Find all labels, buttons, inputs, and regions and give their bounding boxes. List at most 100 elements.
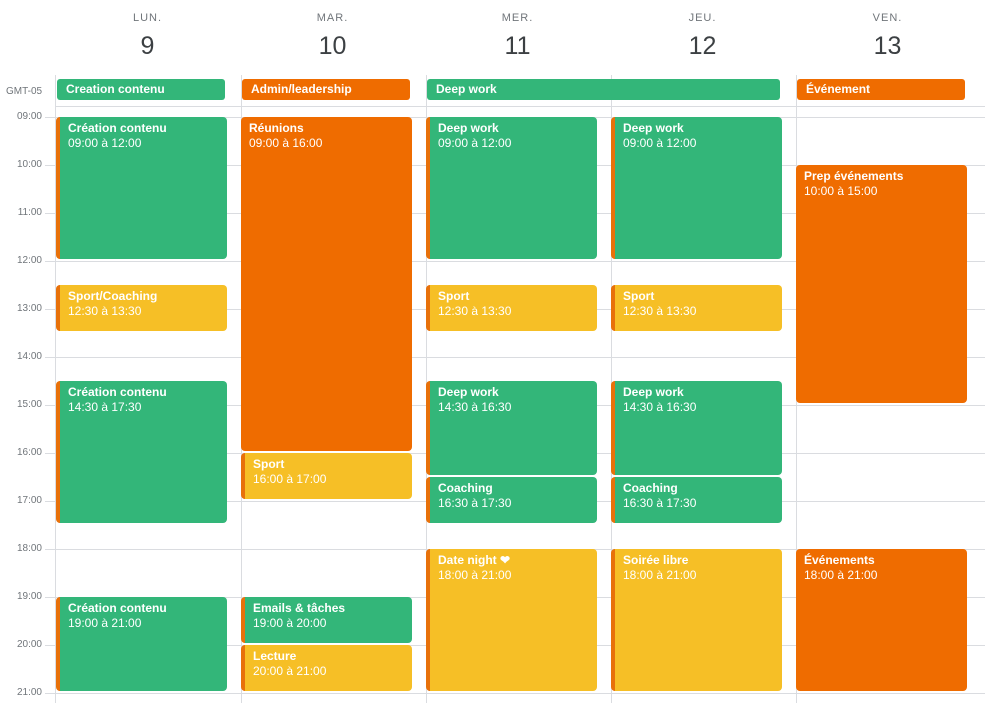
event-title: Coaching [438, 481, 493, 495]
event-time: 18:00 à 21:00 [804, 568, 878, 582]
calendar-event[interactable]: Deep work 14:30 à 16:30 [611, 381, 782, 475]
allday-event[interactable]: Deep work [427, 79, 780, 100]
calendar-event[interactable]: Date night ❤ 18:00 à 21:00 [426, 549, 597, 691]
event-title: Soirée libre [623, 553, 689, 567]
event-time: 12:30 à 13:30 [438, 304, 512, 318]
calendar-event[interactable]: Création contenu 09:00 à 12:00 [56, 117, 227, 259]
hour-gridline [55, 693, 985, 694]
hour-label: 17:00 [16, 495, 42, 506]
hour-label: 14:00 [16, 351, 42, 362]
hour-tick [45, 645, 55, 646]
day-header[interactable]: MER. 11 [425, 0, 610, 70]
calendar-event[interactable]: Sport/Coaching 12:30 à 13:30 [56, 285, 227, 331]
hour-label: 10:00 [16, 159, 42, 170]
allday-event[interactable]: Événement [797, 79, 965, 100]
event-title: Réunions [249, 121, 304, 135]
event-time: 09:00 à 16:00 [249, 136, 323, 150]
day-of-week-label: LUN. [132, 12, 163, 24]
event-time: 19:00 à 20:00 [253, 616, 327, 630]
day-header[interactable]: VEN. 13 [795, 0, 980, 70]
event-title: Création contenu [68, 601, 167, 615]
day-of-week-label: MER. [501, 12, 534, 24]
day-number[interactable]: 9 [55, 32, 240, 61]
hour-label: 11:00 [17, 207, 42, 218]
event-title: Deep work [623, 385, 684, 399]
hour-tick [45, 501, 55, 502]
calendar-event[interactable]: Prep événements 10:00 à 15:00 [796, 165, 967, 403]
event-time: 16:00 à 17:00 [253, 472, 327, 486]
event-time: 14:30 à 16:30 [623, 400, 697, 414]
calendar-event[interactable]: Emails & tâches 19:00 à 20:00 [241, 597, 412, 643]
allday-divider [55, 106, 985, 107]
calendar-event[interactable]: Lecture 20:00 à 21:00 [241, 645, 412, 691]
event-time: 16:30 à 17:30 [438, 496, 512, 510]
day-header[interactable]: LUN. 9 [55, 0, 240, 70]
calendar-event[interactable]: Sport 16:00 à 17:00 [241, 453, 412, 499]
event-time: 12:30 à 13:30 [623, 304, 697, 318]
hour-tick [45, 597, 55, 598]
event-time: 10:00 à 15:00 [804, 184, 878, 198]
day-of-week-label: VEN. [872, 12, 903, 24]
calendar-event[interactable]: Création contenu 14:30 à 17:30 [56, 381, 227, 523]
hour-label: 09:00 [16, 111, 42, 122]
event-time: 19:00 à 21:00 [68, 616, 142, 630]
day-number[interactable]: 13 [795, 32, 980, 61]
event-time: 12:30 à 13:30 [68, 304, 142, 318]
hour-label: 15:00 [16, 399, 42, 410]
day-number[interactable]: 11 [425, 32, 610, 61]
allday-event[interactable]: Creation contenu [57, 79, 225, 100]
day-of-week-label: JEU. [688, 12, 717, 24]
calendar-event[interactable]: Deep work 14:30 à 16:30 [426, 381, 597, 475]
event-title: Deep work [438, 121, 499, 135]
timezone-label: GMT-05 [6, 86, 43, 97]
day-of-week-label: MAR. [316, 12, 349, 24]
hour-tick [45, 213, 55, 214]
event-title: Coaching [623, 481, 678, 495]
calendar-event[interactable]: Coaching 16:30 à 17:30 [426, 477, 597, 523]
calendar-event[interactable]: Réunions 09:00 à 16:00 [241, 117, 412, 451]
day-header[interactable]: MAR. 10 [240, 0, 425, 70]
event-title: Sport [438, 289, 470, 303]
calendar-event[interactable]: Événements 18:00 à 21:00 [796, 549, 967, 691]
event-title: Sport [253, 457, 285, 471]
event-time: 18:00 à 21:00 [438, 568, 512, 582]
hour-tick [45, 309, 55, 310]
allday-event[interactable]: Admin/leadership [242, 79, 410, 100]
day-number[interactable]: 10 [240, 32, 425, 61]
event-title: Emails & tâches [253, 601, 346, 615]
hour-tick [45, 165, 55, 166]
event-time: 20:00 à 21:00 [253, 664, 327, 678]
event-title: Deep work [438, 385, 499, 399]
event-title: Événements [804, 553, 875, 567]
hour-tick [45, 405, 55, 406]
event-title: Lecture [253, 649, 297, 663]
event-title: Prep événements [804, 169, 904, 183]
hour-label: 21:00 [16, 687, 42, 698]
hour-label: 13:00 [16, 303, 42, 314]
hour-tick [45, 261, 55, 262]
event-title: Création contenu [68, 385, 167, 399]
hour-tick [45, 357, 55, 358]
event-time: 09:00 à 12:00 [68, 136, 142, 150]
calendar-event[interactable]: Création contenu 19:00 à 21:00 [56, 597, 227, 691]
calendar-event[interactable]: Soirée libre 18:00 à 21:00 [611, 549, 782, 691]
calendar-event[interactable]: Coaching 16:30 à 17:30 [611, 477, 782, 523]
day-number[interactable]: 12 [610, 32, 795, 61]
calendar-event[interactable]: Sport 12:30 à 13:30 [426, 285, 597, 331]
event-title: Date night ❤ [438, 553, 511, 567]
event-title: Création contenu [68, 121, 167, 135]
calendar-event[interactable]: Deep work 09:00 à 12:00 [426, 117, 597, 259]
event-time: 09:00 à 12:00 [623, 136, 697, 150]
event-title: Deep work [623, 121, 684, 135]
day-header[interactable]: JEU. 12 [610, 0, 795, 70]
event-time: 18:00 à 21:00 [623, 568, 697, 582]
hour-label: 16:00 [16, 447, 42, 458]
calendar-event[interactable]: Deep work 09:00 à 12:00 [611, 117, 782, 259]
calendar-event[interactable]: Sport 12:30 à 13:30 [611, 285, 782, 331]
hour-label: 12:00 [16, 255, 42, 266]
hour-label: 19:00 [16, 591, 42, 602]
event-time: 09:00 à 12:00 [438, 136, 512, 150]
hour-tick [45, 549, 55, 550]
hour-tick [45, 693, 55, 694]
hour-label: 18:00 [16, 543, 42, 554]
